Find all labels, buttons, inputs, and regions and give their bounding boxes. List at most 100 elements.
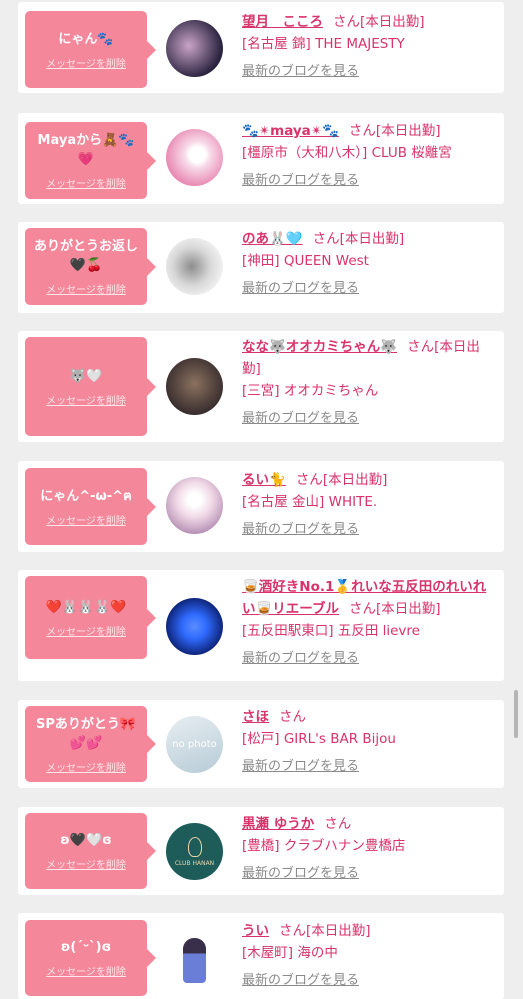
profile-info: なな🐺オオカミちゃん🐺 さん[本日出勤] [三宮] オオカミちゃん 最新のブログを… [242, 336, 494, 430]
shop-name: [木屋町] 海の中 [242, 945, 338, 961]
message-text: ʚ🖤🤍ɞ [60, 833, 112, 848]
on-duty-status: [本日出勤] [376, 601, 441, 617]
message-card: ʚ🖤🤍ɞ メッセージを削除 CLUB HANAN 黒瀬 ゆうか さん [豊橋] ク… [18, 807, 504, 895]
on-duty-status: [本日出勤] [339, 231, 405, 247]
club-logo-text: CLUB HANAN [174, 859, 215, 867]
profile-info: のあ🐰🩵 さん[本日出勤] [神田] QUEEN West 最新のブログを見る [242, 228, 494, 300]
delete-message-link[interactable]: メッセージを削除 [46, 623, 126, 638]
message-text: ʚ(ˊᵕˋ)ɞ [60, 940, 112, 955]
latest-blog-link[interactable]: 最新のブログを見る [242, 519, 494, 541]
message-bubble: ❤️🐰🐰🐰❤️ メッセージを削除 [25, 576, 156, 659]
on-duty-status: [本日出勤] [306, 923, 371, 939]
message-card: ありがとうお返し🖤🍒 メッセージを削除 のあ🐰🩵 さん[本日出勤] [神田] QU… [18, 222, 504, 313]
message-card: Mayaから🧸🐾💗 メッセージを削除 🐾✴maya✴🐾 さん[本日出勤] [橿原市… [18, 113, 504, 204]
message-bubble: ʚ🖤🤍ɞ メッセージを削除 [25, 813, 156, 889]
message-card: にゃん^-ω-^ฅ メッセージを削除 るい🐈 さん[本日出勤] [名古屋 金山] … [18, 461, 504, 552]
honorific: さん [348, 123, 376, 139]
latest-blog-link[interactable]: 最新のブログを見る [242, 756, 494, 778]
latest-blog-link[interactable]: 最新のブログを見る [242, 863, 494, 885]
on-duty-status: [本日出勤] [322, 472, 388, 488]
latest-blog-link[interactable]: 最新のブログを見る [242, 408, 494, 430]
latest-blog-link[interactable]: 最新のブログを見る [242, 61, 494, 83]
honorific: さん [312, 231, 340, 247]
message-bubble: にゃん^-ω-^ฅ メッセージを削除 [25, 468, 156, 545]
message-card: 🐺🤍 メッセージを削除 なな🐺オオカミちゃん🐺 さん[本日出勤] [三宮] オオカ… [18, 331, 504, 442]
delete-message-link[interactable]: メッセージを削除 [46, 392, 126, 407]
avatar[interactable] [166, 358, 223, 415]
message-text: Mayaから🧸🐾💗 [37, 133, 135, 167]
delete-message-link[interactable]: メッセージを削除 [46, 281, 126, 296]
message-text: にゃん^-ω-^ฅ [40, 488, 132, 504]
message-bubble: ありがとうお返し🖤🍒 メッセージを削除 [25, 228, 156, 305]
honorific: さん [333, 14, 360, 30]
profile-info: 🐾✴maya✴🐾 さん[本日出勤] [橿原市（大和八木）] CLUB 桜離宮 最新… [242, 120, 494, 192]
honorific: さん [295, 472, 323, 488]
profile-name-link[interactable]: うい [242, 923, 269, 939]
message-card: ʚ(ˊᵕˋ)ɞ メッセージを削除 うい さん[本日出勤] [木屋町] 海の中 最新… [18, 913, 504, 999]
delete-message-link[interactable]: メッセージを削除 [46, 55, 126, 70]
message-text: ありがとうお返し🖤🍒 [33, 239, 138, 273]
shop-name: [松戸] GIRL's BAR Bijou [242, 731, 396, 747]
no-photo-placeholder-text: no photo [172, 739, 217, 750]
avatar[interactable] [166, 477, 223, 534]
on-duty-status: [本日出勤] [375, 123, 441, 139]
message-card: にゃん🐾 メッセージを削除 望月 こころ さん[本日出勤] [名古屋 錦] THE… [18, 2, 504, 93]
profile-name-link[interactable]: なな🐺オオカミちゃん🐺 [242, 339, 397, 355]
message-bubble: SPありがとう🎀💕💕 メッセージを削除 [25, 706, 156, 782]
on-duty-status: [本日出勤] [360, 14, 425, 30]
delete-message-link[interactable]: メッセージを削除 [46, 856, 126, 871]
profile-info: 望月 こころ さん[本日出勤] [名古屋 錦] THE MAJESTY 最新のブロ… [242, 11, 494, 83]
avatar-figure [183, 938, 206, 983]
message-bubble: にゃん🐾 メッセージを削除 [25, 11, 156, 88]
profile-name-link[interactable]: さほ [242, 709, 269, 725]
shop-name: [五反田駅東口] 五反田 lievre [242, 623, 420, 639]
message-text: 🐺🤍 [69, 368, 103, 384]
honorific: さん [279, 709, 306, 725]
avatar[interactable]: no photo [166, 716, 223, 773]
delete-message-link[interactable]: メッセージを削除 [46, 175, 126, 190]
latest-blog-link[interactable]: 最新のブログを見る [242, 648, 494, 670]
latest-blog-link[interactable]: 最新のブログを見る [242, 170, 494, 192]
message-bubble: ʚ(ˊᵕˋ)ɞ メッセージを削除 [25, 920, 156, 996]
honorific: さん [349, 601, 376, 617]
message-card: ❤️🐰🐰🐰❤️ メッセージを削除 🥃酒好きNo.1🥇れいな五反田のれいれい🥃リエ… [18, 570, 504, 681]
avatar[interactable] [166, 930, 223, 987]
profile-name-link[interactable]: 🐾✴maya✴🐾 [242, 123, 339, 139]
honorific: さん [324, 816, 352, 832]
shop-name: [名古屋 錦] THE MAJESTY [242, 36, 405, 52]
rose-logo-icon [187, 836, 202, 857]
message-card: SPありがとう🎀💕💕 メッセージを削除 no photo さほ さん [松戸] G… [18, 700, 504, 788]
avatar[interactable] [166, 238, 223, 295]
delete-message-link[interactable]: メッセージを削除 [46, 759, 126, 774]
profile-info: 黒瀬 ゆうか さん [豊橋] クラブハナン豊橋店 最新のブログを見る [242, 813, 494, 885]
avatar[interactable] [166, 598, 223, 655]
honorific: さん [407, 339, 435, 355]
scrollbar[interactable] [514, 690, 518, 738]
message-text: にゃん🐾 [58, 31, 114, 47]
avatar[interactable]: CLUB HANAN [166, 823, 223, 880]
shop-name: [豊橋] クラブハナン豊橋店 [242, 838, 406, 854]
profile-info: るい🐈 さん[本日出勤] [名古屋 金山] WHITE. 最新のブログを見る [242, 469, 494, 541]
profile-name-link[interactable]: 黒瀬 ゆうか [242, 816, 314, 832]
message-bubble: 🐺🤍 メッセージを削除 [25, 337, 156, 436]
profile-name-link[interactable]: のあ🐰🩵 [242, 231, 303, 247]
shop-name: [橿原市（大和八木）] CLUB 桜離宮 [242, 145, 452, 161]
profile-info: うい さん[本日出勤] [木屋町] 海の中 最新のブログを見る [242, 920, 494, 992]
honorific: さん [279, 923, 306, 939]
avatar[interactable] [166, 129, 223, 186]
message-bubble: Mayaから🧸🐾💗 メッセージを削除 [25, 122, 156, 199]
shop-name: [神田] QUEEN West [242, 253, 369, 269]
profile-info: 🥃酒好きNo.1🥇れいな五反田のれいれい🥃リエーブル さん[本日出勤] [五反田駅… [242, 576, 494, 670]
message-text: ❤️🐰🐰🐰❤️ [45, 599, 127, 615]
shop-name: [三宮] オオカミちゃん [242, 383, 379, 399]
latest-blog-link[interactable]: 最新のブログを見る [242, 278, 494, 300]
delete-message-link[interactable]: メッセージを削除 [46, 512, 126, 527]
profile-name-link[interactable]: るい🐈 [242, 472, 286, 488]
message-text: SPありがとう🎀💕💕 [35, 716, 137, 751]
latest-blog-link[interactable]: 最新のブログを見る [242, 970, 494, 992]
avatar[interactable] [166, 20, 223, 77]
profile-info: さほ さん [松戸] GIRL's BAR Bijou 最新のブログを見る [242, 706, 494, 778]
profile-name-link[interactable]: 望月 こころ [242, 14, 323, 30]
shop-name: [名古屋 金山] WHITE. [242, 494, 378, 510]
delete-message-link[interactable]: メッセージを削除 [46, 963, 126, 978]
